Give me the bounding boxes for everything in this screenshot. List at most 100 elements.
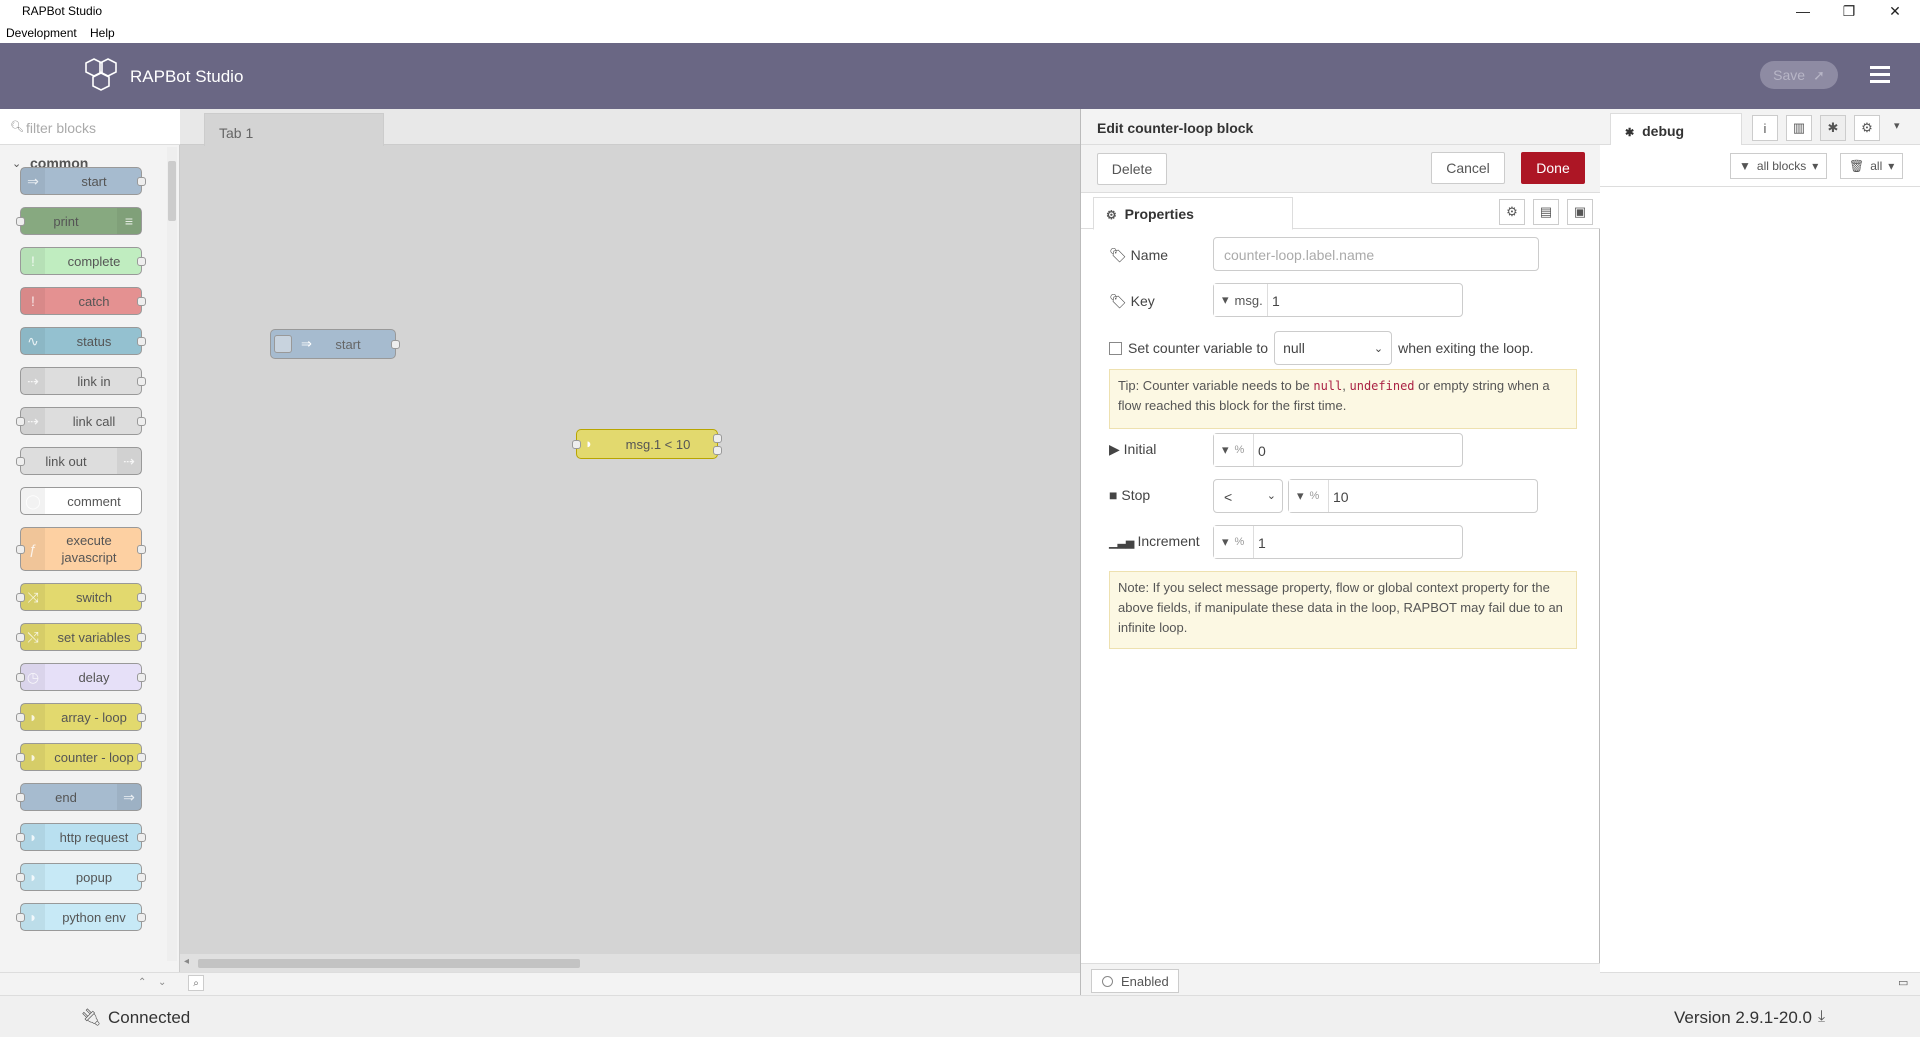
palette-node-popup[interactable]: ◗ popup [16,863,146,891]
set-counter-select[interactable]: null ⌄ [1274,331,1393,365]
key-type-select[interactable]: ▾ msg. [1214,284,1268,316]
download-icon[interactable]: ⤓ [1818,1008,1825,1026]
stop-operator-select[interactable]: < ⌄ [1213,479,1283,513]
input-port[interactable] [16,713,25,722]
output-port[interactable] [713,434,722,443]
input-port[interactable] [16,417,25,426]
palette-node-print[interactable]: ≡ print [16,207,142,235]
palette-scrollbar[interactable] [167,147,177,961]
output-port[interactable] [137,873,146,882]
menu-development[interactable]: Development [6,26,77,40]
collapse-down-icon[interactable]: ⌄ [158,977,166,988]
output-port[interactable] [137,337,146,346]
description-icon[interactable]: ▤ [1533,199,1559,225]
scroll-left-icon[interactable]: ◂ [184,956,189,967]
input-port[interactable] [16,833,25,842]
tab-debug[interactable]: ✱ debug [1610,113,1742,146]
palette-node-delay[interactable]: ◷ delay [16,663,146,691]
enabled-toggle[interactable]: Enabled [1091,969,1179,993]
palette-node-switch[interactable]: ⤨ switch [16,583,146,611]
output-port[interactable] [137,377,146,386]
initial-type-select[interactable]: ▾ % [1214,434,1254,466]
filter-blocks-select[interactable]: ▼ all blocks ▾ [1730,153,1828,179]
gear-icon[interactable]: ⚙ [1854,115,1880,141]
gear-icon[interactable]: ⚙ [1499,199,1525,225]
input-port[interactable] [16,217,25,226]
output-port[interactable] [137,257,146,266]
stop-input[interactable]: ▾ % 10 [1288,479,1538,513]
inject-button-icon[interactable] [269,330,297,358]
collapse-up-icon[interactable]: ⌃ [138,977,146,988]
initial-input[interactable]: ▾ % 0 [1213,433,1463,467]
flow-workspace[interactable]: Tab 1 ⇒ start ◗ msg.1 < 10 ◂ ⌕ [180,109,1080,995]
input-port[interactable] [572,440,581,449]
output-port[interactable] [137,913,146,922]
palette-node-link-in[interactable]: ⇢ link in [20,367,146,395]
palette-node-link-out[interactable]: ⇢ link out [16,447,142,475]
palette-node-end[interactable]: ⇒ end [16,783,142,811]
bug-icon[interactable]: ✱ [1820,115,1846,141]
output-port[interactable] [137,297,146,306]
palette-node-catch[interactable]: ! catch [20,287,146,315]
output-port[interactable] [137,673,146,682]
input-port[interactable] [16,793,25,802]
workspace-node-counter-loop[interactable]: ◗ msg.1 < 10 [572,429,722,459]
input-port[interactable] [16,873,25,882]
tab-properties[interactable]: ⚙ Properties [1093,197,1293,230]
output-port[interactable] [713,446,722,455]
restore-icon[interactable]: ❐ [1826,0,1872,22]
clear-select[interactable]: 🗑︎ all ▾ [1840,153,1904,179]
palette-node-start[interactable]: ⇒ start [20,167,146,195]
palette-node-comment[interactable]: ◯ comment [20,487,142,515]
done-button[interactable]: Done [1521,152,1585,184]
input-port[interactable] [16,913,25,922]
palette-node-set-variables[interactable]: ⤭ set variables [16,623,146,651]
output-port[interactable] [137,633,146,642]
caret-down-icon[interactable]: ▾ [1894,119,1900,132]
output-port[interactable] [137,593,146,602]
set-counter-checkbox[interactable] [1109,341,1122,355]
input-port[interactable] [16,593,25,602]
palette-node-array-loop[interactable]: ◗ array - loop [16,703,146,731]
output-port[interactable] [137,545,146,554]
hamburger-menu-icon[interactable] [1868,63,1892,87]
output-port[interactable] [137,833,146,842]
input-port[interactable] [16,457,25,466]
palette-node-execute-javascript[interactable]: ƒ execute javascript [16,527,146,571]
menu-help[interactable]: Help [90,26,115,40]
minimize-icon[interactable]: — [1780,0,1826,22]
input-port[interactable] [16,673,25,682]
output-port[interactable] [137,753,146,762]
workspace-node-start[interactable]: ⇒ start [269,329,400,359]
close-icon[interactable]: ✕ [1872,0,1918,22]
output-port[interactable] [137,713,146,722]
monitor-icon[interactable]: ▭ [1898,976,1908,989]
output-port[interactable] [137,417,146,426]
input-port[interactable] [16,545,25,554]
search-icon[interactable]: ⌕ [188,975,204,991]
key-input[interactable]: ▾ msg. 1 [1213,283,1463,317]
palette-node-complete[interactable]: ! complete [20,247,146,275]
cancel-button[interactable]: Cancel [1431,152,1505,184]
palette-node-counter-loop[interactable]: ◗ counter - loop [16,743,146,771]
appearance-icon[interactable]: ▣ [1567,199,1593,225]
output-port[interactable] [391,340,400,349]
app-brand: RAPBot Studio [130,67,244,86]
save-button[interactable]: Save ➚ [1760,61,1838,89]
stop-type-select[interactable]: ▾ % [1289,480,1329,512]
output-port[interactable] [137,177,146,186]
palette-node-python-env[interactable]: ◗ python env [16,903,146,931]
name-input[interactable]: counter-loop.label.name [1213,237,1539,271]
delete-button[interactable]: Delete [1097,153,1167,185]
input-port[interactable] [16,633,25,642]
increment-input[interactable]: ▾ % 1 [1213,525,1463,559]
increment-type-select[interactable]: ▾ % [1214,526,1254,558]
book-icon[interactable]: ▥ [1786,115,1812,141]
input-port[interactable] [16,753,25,762]
tab-1[interactable]: Tab 1 [204,113,384,146]
workspace-hscrollbar[interactable]: ◂ [180,954,1080,972]
palette-node-http-request[interactable]: ◗ http request [16,823,146,851]
palette-node-status[interactable]: ∿ status [20,327,146,355]
palette-node-link-call[interactable]: ⇢ link call [16,407,146,435]
info-icon[interactable]: i [1752,115,1778,141]
